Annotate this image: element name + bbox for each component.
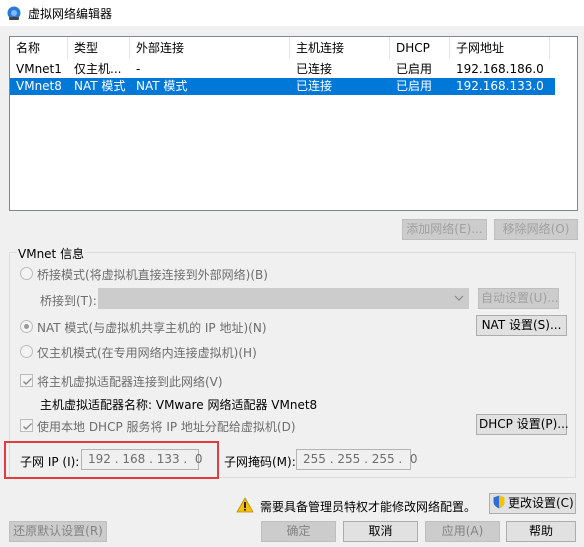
cell-dhcp: 已启用 [396, 62, 433, 76]
help-button[interactable]: 帮助 [506, 521, 576, 542]
nat-mode-radio[interactable] [20, 320, 33, 333]
bridged-mode-radio[interactable] [20, 267, 33, 280]
cell-external: NAT 模式 [136, 79, 188, 93]
column-header-host[interactable]: 主机连接 [290, 37, 390, 59]
warning-icon [236, 497, 254, 513]
title-bar: 虚拟网络编辑器 [0, 0, 584, 26]
highlight-box [4, 441, 219, 479]
window-title: 虚拟网络编辑器 [28, 7, 113, 21]
cell-subnet: 192.168.186.0 [456, 62, 544, 76]
list-row-vmnet1[interactable]: VMnet1 仅主机... - 已连接 已启用 192.168.186.0 [10, 61, 555, 78]
host-only-mode-label: 仅主机模式(在专用网络内连接虚拟机)(H) [37, 346, 257, 360]
remove-network-button[interactable]: 移除网络(O) [494, 219, 578, 240]
column-header-external[interactable]: 外部连接 [130, 37, 290, 59]
ok-button[interactable]: 确定 [261, 521, 336, 542]
change-settings-label: 更改设置(C) [508, 496, 574, 510]
cell-name: VMnet1 [16, 62, 62, 76]
shield-icon [493, 495, 505, 509]
nat-settings-button[interactable]: NAT 设置(S)... [476, 315, 567, 336]
bridged-to-dropdown[interactable] [98, 288, 469, 309]
cell-host: 已连接 [296, 79, 333, 93]
checkmark-icon [23, 423, 32, 430]
column-header-type[interactable]: 类型 [68, 37, 130, 59]
network-list[interactable]: 名称 类型 外部连接 主机连接 DHCP 子网地址 VMnet1 仅主机... … [9, 36, 578, 211]
cell-type: 仅主机... [74, 62, 122, 76]
bridged-mode-label: 桥接模式(将虚拟机直接连接到外部网络)(B) [37, 268, 268, 282]
connect-adapter-label: 将主机虚拟适配器连接到此网络(V) [37, 375, 223, 389]
list-row-vmnet8[interactable]: VMnet8 NAT 模式 NAT 模式 已连接 已启用 192.168.133… [10, 78, 555, 95]
bridged-to-label: 桥接到(T): [40, 294, 97, 308]
cell-dhcp: 已启用 [396, 79, 433, 93]
cell-subnet: 192.168.133.0 [456, 79, 544, 93]
connect-adapter-checkbox[interactable] [20, 374, 33, 387]
network-editor-app-icon [7, 6, 21, 20]
vmnet-info-title: VMnet 信息 [17, 245, 86, 262]
cell-host: 已连接 [296, 62, 333, 76]
column-header-name[interactable]: 名称 [10, 37, 68, 59]
apply-button[interactable]: 应用(A) [425, 521, 500, 542]
list-header: 名称 类型 外部连接 主机连接 DHCP 子网地址 [10, 37, 577, 59]
column-header-dhcp[interactable]: DHCP [390, 37, 450, 59]
adapter-name-label: 主机虚拟适配器名称: VMware 网络适配器 VMnet8 [40, 398, 318, 412]
cancel-button[interactable]: 取消 [343, 521, 418, 542]
use-dhcp-checkbox[interactable] [20, 419, 33, 432]
change-settings-button[interactable]: 更改设置(C) [489, 493, 576, 514]
subnet-mask-field[interactable]: 255 . 255 . 255 . 0 [296, 449, 418, 470]
column-header-subnet[interactable]: 子网地址 [450, 37, 550, 59]
admin-notice-text: 需要具备管理员特权才能修改网络配置。 [260, 500, 477, 514]
subnet-mask-label: 子网掩码(M): [224, 455, 296, 469]
restore-defaults-button[interactable]: 还原默认设置(R) [9, 521, 107, 542]
virtual-network-editor-window: 虚拟网络编辑器 名称 类型 外部连接 主机连接 DHCP 子网地址 VMnet1… [0, 0, 584, 547]
dhcp-settings-button[interactable]: DHCP 设置(P)... [476, 414, 569, 435]
chevron-down-icon [454, 295, 464, 301]
auto-settings-button[interactable]: 自动设置(U)... [478, 288, 559, 309]
use-dhcp-label: 使用本地 DHCP 服务将 IP 地址分配给虚拟机(D) [37, 420, 296, 434]
add-network-button[interactable]: 添加网络(E)... [402, 219, 487, 240]
cell-external: - [136, 62, 141, 76]
host-only-mode-radio[interactable] [20, 345, 33, 358]
cell-type: NAT 模式 [74, 79, 126, 93]
checkmark-icon [23, 378, 32, 385]
nat-mode-label: NAT 模式(与虚拟机共享主机的 IP 地址)(N) [37, 321, 267, 335]
cell-name: VMnet8 [16, 79, 62, 93]
